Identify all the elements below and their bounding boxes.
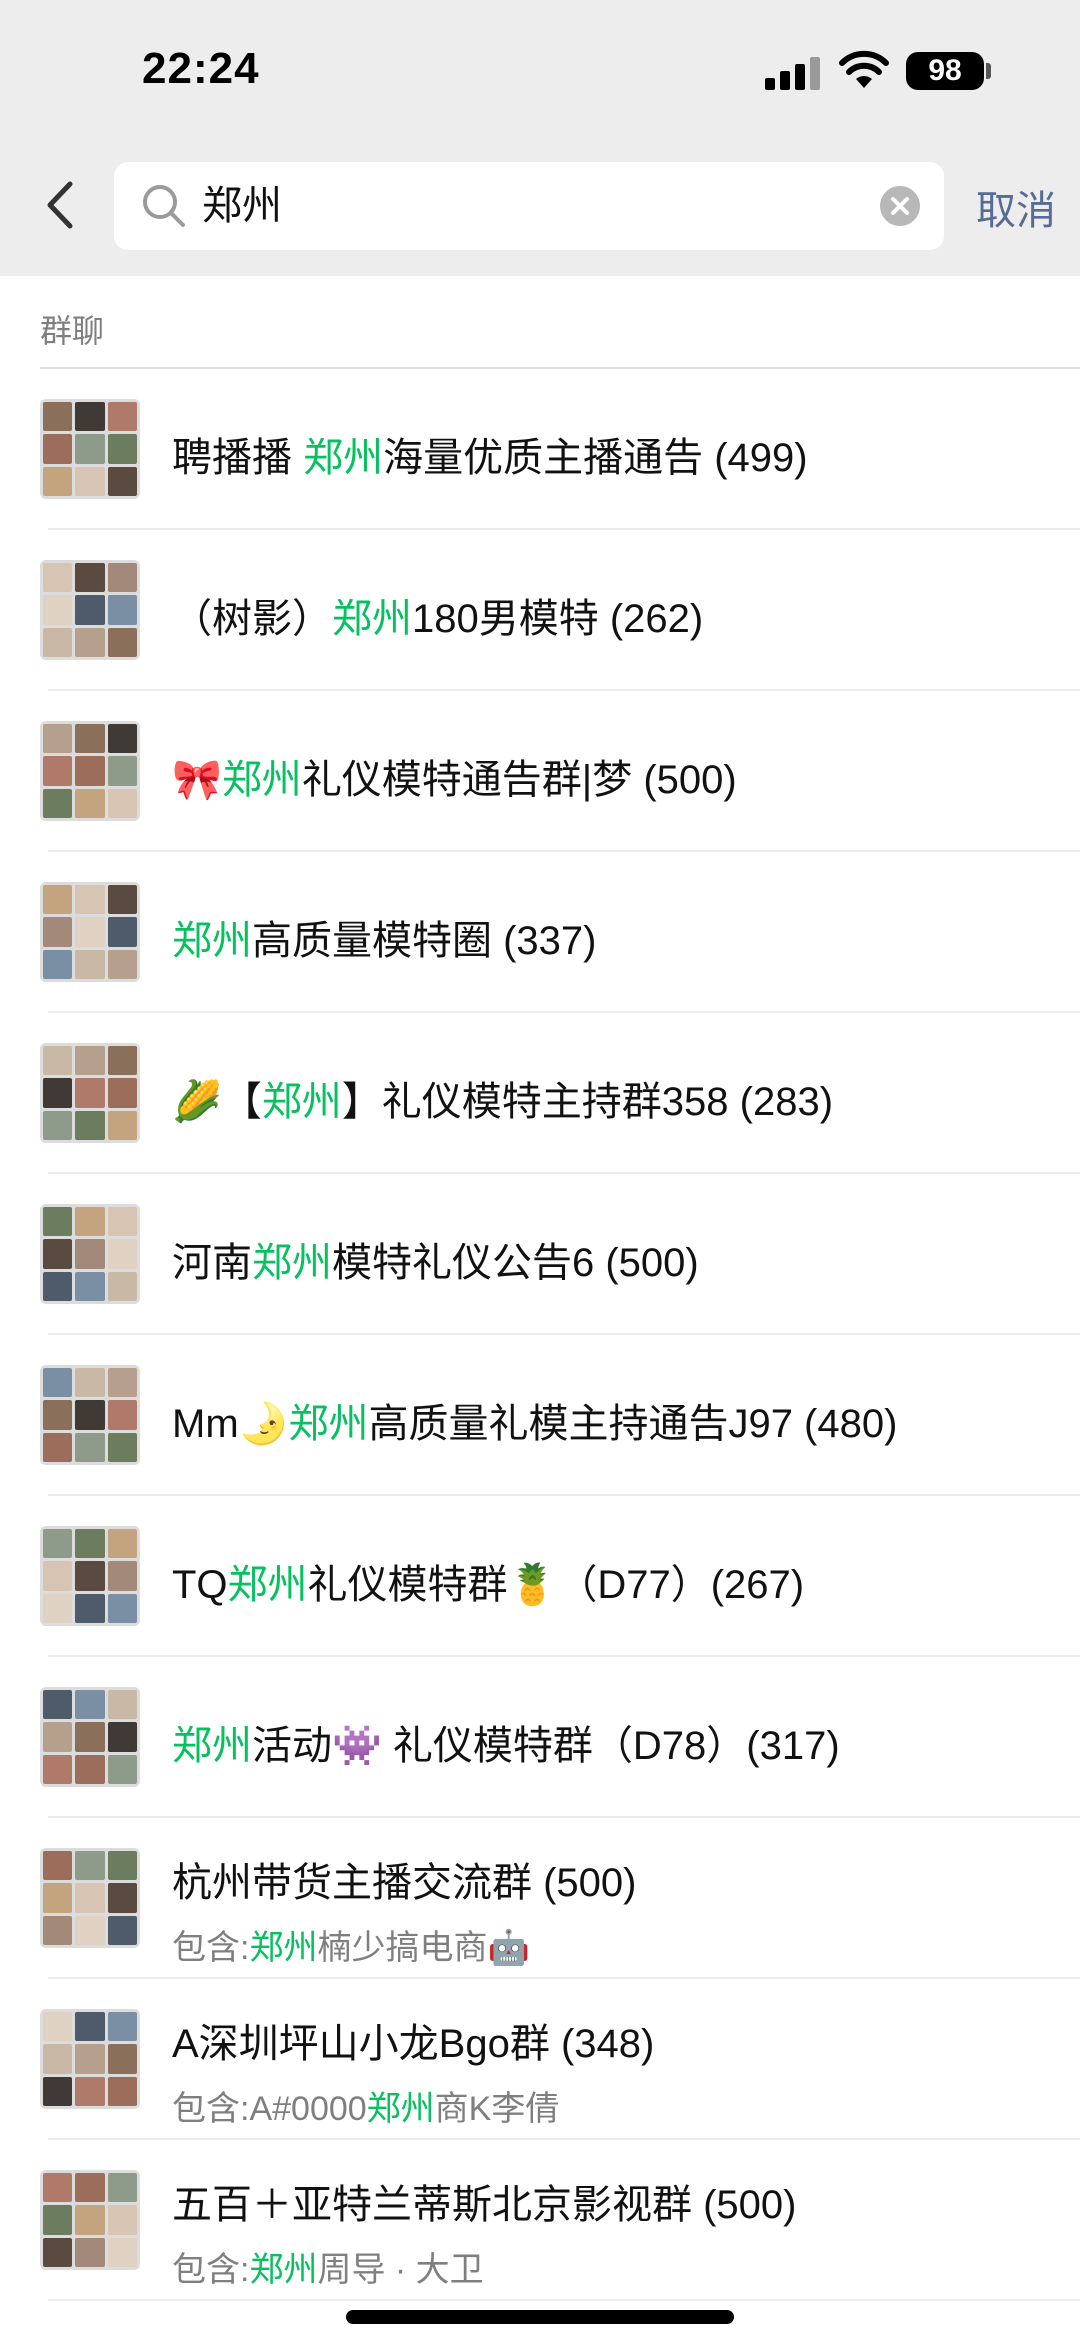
group-title: 郑州活动👾 礼仪模特群（D78）(317) (172, 1713, 840, 1771)
group-avatar (40, 1848, 140, 1948)
group-title-text: 河南 (172, 1241, 252, 1285)
top-bar: 22:24 98 取消 (0, 0, 1080, 276)
keyword-highlight: 郑州 (172, 919, 252, 963)
keyword-highlight: 郑州 (332, 597, 412, 641)
group-title: 聘播播 郑州海量优质主播通告 (499) (172, 425, 808, 483)
group-row[interactable]: Mm🌛郑州高质量礼模主持通告J97 (480) (0, 1335, 1080, 1496)
group-title: A深圳坪山小龙Bgo群 (348) (172, 2011, 654, 2069)
home-indicator (346, 2310, 734, 2324)
match-detail-text: 包含:A#0000 (172, 2090, 367, 2128)
keyword-highlight: 郑州 (249, 1929, 318, 1967)
group-title-text: 聘播播 (172, 436, 304, 480)
group-title-text: 活动👾 礼仪模特群（D78）(317) (252, 1724, 840, 1768)
group-avatar (40, 882, 140, 982)
match-detail-text: 包含: (172, 2251, 250, 2289)
group-title-text: 海量优质主播通告 (499) (383, 436, 808, 480)
group-avatar (40, 399, 140, 499)
group-match-detail: 包含:郑州楠少搞电商🤖 (172, 1920, 530, 1969)
group-title-text: 🌽【 (172, 1080, 262, 1124)
keyword-highlight: 郑州 (288, 1402, 369, 1446)
group-title: Mm🌛郑州高质量礼模主持通告J97 (480) (172, 1391, 897, 1449)
group-title-text: 180男模特 (262) (412, 597, 704, 641)
match-detail-text: 包含: (172, 1929, 250, 1967)
battery-icon: 98 (906, 52, 984, 90)
group-row[interactable]: 郑州高质量模特圈 (337) (0, 852, 1080, 1013)
group-title-text: 高质量模特圈 (337) (252, 919, 597, 963)
group-row[interactable]: 五百＋亚特兰蒂斯北京影视群 (500) 包含:郑州周导 · 大卫 (0, 2140, 1080, 2301)
group-row[interactable]: 聘播播 郑州海量优质主播通告 (499) (0, 369, 1080, 530)
group-row[interactable]: A深圳坪山小龙Bgo群 (348) 包含:A#0000郑州商K李倩 (0, 1979, 1080, 2140)
status-time: 22:24 (142, 44, 260, 93)
group-match-detail: 包含:A#0000郑州商K李倩 (172, 2081, 559, 2130)
search-input[interactable] (202, 162, 802, 250)
group-title-text: Mm🌛 (172, 1402, 289, 1446)
group-avatar (40, 721, 140, 821)
group-list: 聘播播 郑州海量优质主播通告 (499) （树影）郑州180男模特 (262) 🎀郑… (0, 369, 1080, 2301)
group-row[interactable]: 河南郑州模特礼仪公告6 (500) (0, 1174, 1080, 1335)
battery-tip (986, 63, 991, 79)
section-header: 群聊 (40, 313, 105, 349)
keyword-highlight: 郑州 (303, 436, 384, 480)
match-detail-text: 周导 · 大卫 (317, 2251, 484, 2289)
group-title-text: A深圳坪山小龙Bgo群 (348) (172, 2022, 655, 2066)
group-title-text: （树影） (172, 597, 332, 641)
match-detail-text: 商K李倩 (434, 2090, 560, 2128)
group-title-text: 礼仪模特群🍍（D77）(267) (307, 1563, 805, 1607)
group-title-text: 礼仪模特通告群|梦 (500) (301, 758, 737, 802)
group-avatar (40, 2170, 140, 2270)
group-row[interactable]: TQ郑州礼仪模特群🍍（D77）(267) (0, 1496, 1080, 1657)
keyword-highlight: 郑州 (227, 1563, 308, 1607)
group-avatar (40, 1043, 140, 1143)
cancel-button[interactable]: 取消 (976, 178, 1056, 236)
keyword-highlight: 郑州 (261, 1080, 342, 1124)
back-arrow-icon[interactable] (40, 178, 80, 232)
group-title: 五百＋亚特兰蒂斯北京影视群 (500) (172, 2172, 797, 2230)
group-title: 杭州带货主播交流群 (500) (172, 1850, 637, 1908)
group-avatar (40, 1526, 140, 1626)
group-row[interactable]: 郑州活动👾 礼仪模特群（D78）(317) (0, 1657, 1080, 1818)
keyword-highlight: 郑州 (249, 2251, 318, 2289)
group-row[interactable]: 🌽【郑州】礼仪模特主持群358 (283) (0, 1013, 1080, 1174)
group-row[interactable]: 杭州带货主播交流群 (500) 包含:郑州楠少搞电商🤖 (0, 1818, 1080, 1979)
group-title-text: 模特礼仪公告6 (500) (332, 1241, 699, 1285)
keyword-highlight: 郑州 (172, 1724, 252, 1768)
group-title-text: 五百＋亚特兰蒂斯北京影视群 (500) (172, 2183, 797, 2227)
group-row[interactable]: 🎀郑州礼仪模特通告群|梦 (500) (0, 691, 1080, 852)
search-icon (143, 185, 185, 227)
keyword-highlight: 郑州 (221, 758, 302, 802)
group-title: 🎀郑州礼仪模特通告群|梦 (500) (172, 747, 737, 805)
group-match-detail: 包含:郑州周导 · 大卫 (172, 2242, 484, 2291)
signal-icon (765, 56, 821, 90)
search-box[interactable] (114, 162, 944, 250)
keyword-highlight: 郑州 (366, 2090, 435, 2128)
match-detail-text: 楠少搞电商🤖 (317, 1929, 530, 1967)
group-title: （树影）郑州180男模特 (262) (172, 586, 703, 644)
group-avatar (40, 1365, 140, 1465)
group-avatar (40, 1204, 140, 1304)
group-title-text: 🎀 (172, 758, 222, 802)
keyword-highlight: 郑州 (252, 1241, 332, 1285)
group-avatar (40, 2009, 140, 2109)
group-title-text: 】礼仪模特主持群358 (283) (341, 1080, 834, 1124)
group-title: TQ郑州礼仪模特群🍍（D77）(267) (172, 1552, 804, 1610)
group-avatar (40, 1687, 140, 1787)
group-title-text: 杭州带货主播交流群 (500) (172, 1861, 637, 1905)
group-row[interactable]: （树影）郑州180男模特 (262) (0, 530, 1080, 691)
group-title: 河南郑州模特礼仪公告6 (500) (172, 1230, 699, 1288)
wifi-icon (839, 50, 889, 88)
group-title-text: 高质量礼模主持通告J97 (480) (368, 1402, 898, 1446)
group-title: 🌽【郑州】礼仪模特主持群358 (283) (172, 1069, 833, 1127)
clear-icon[interactable] (880, 186, 920, 226)
group-avatar (40, 560, 140, 660)
group-title-text: TQ (172, 1563, 228, 1607)
group-title: 郑州高质量模特圈 (337) (172, 908, 597, 966)
